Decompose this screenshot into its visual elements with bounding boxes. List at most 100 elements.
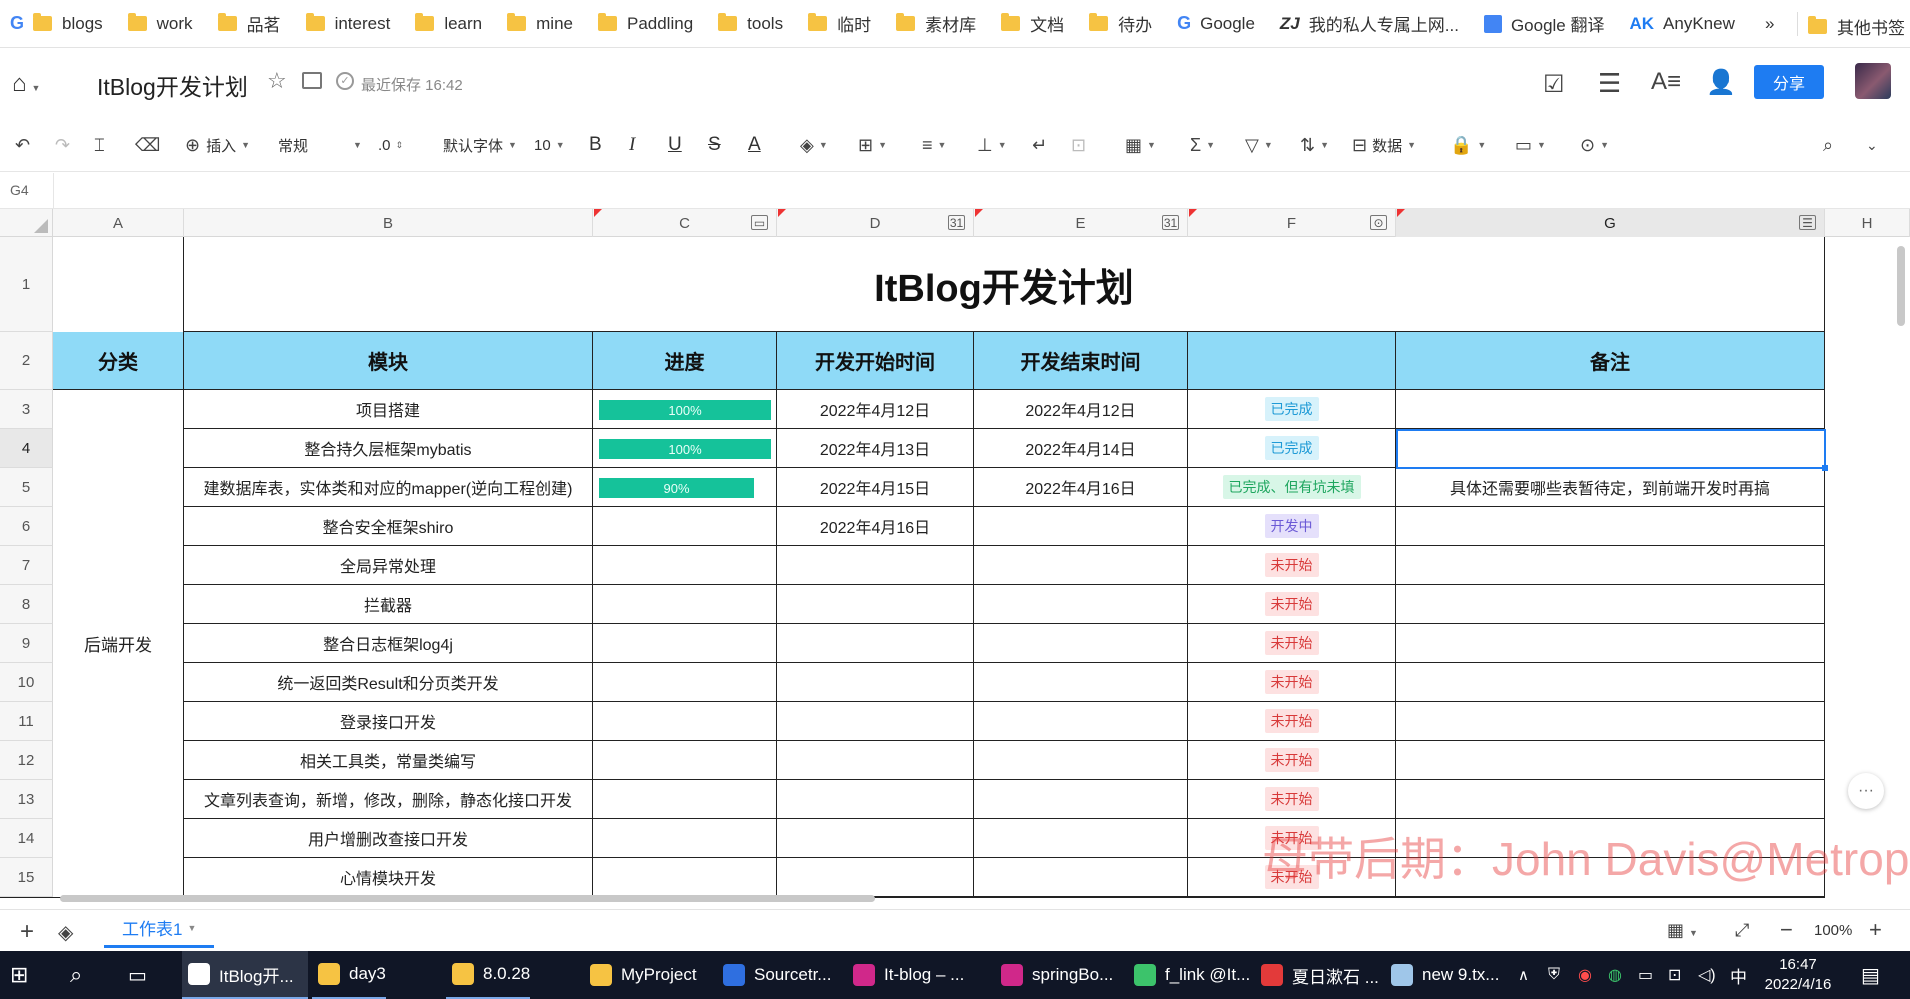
- bookmark-5[interactable]: mine: [507, 13, 573, 34]
- tray-app-icon[interactable]: ⛨: [1548, 951, 1560, 999]
- end-date-cell[interactable]: [974, 819, 1188, 858]
- google-apps-icon[interactable]: G: [10, 13, 24, 34]
- bookmark-2[interactable]: 品茗: [217, 11, 281, 36]
- menu-icon[interactable]: ☰: [1598, 68, 1621, 99]
- category-cell[interactable]: 后端开发: [53, 390, 184, 897]
- column-header-g[interactable]: G: [1396, 209, 1825, 237]
- italic-button[interactable]: I: [629, 118, 635, 172]
- start-date-cell[interactable]: [777, 819, 974, 858]
- format-painter-icon[interactable]: ⌶: [94, 118, 105, 172]
- status-cell[interactable]: 已完成: [1188, 390, 1396, 429]
- move-icon[interactable]: [302, 72, 322, 89]
- end-date-cell[interactable]: [974, 663, 1188, 702]
- row-header-4[interactable]: 4: [0, 429, 53, 468]
- horizontal-scrollbar[interactable]: [60, 895, 875, 902]
- windows-start-icon[interactable]: ⊞: [10, 951, 28, 999]
- align-icon[interactable]: ≡ ▼: [922, 118, 946, 172]
- note-cell[interactable]: 具体还需要哪些表暂待定，到前端开发时再搞: [1396, 468, 1825, 507]
- start-date-cell[interactable]: [777, 624, 974, 663]
- select-all-corner[interactable]: [0, 209, 53, 237]
- search-icon[interactable]: ⌕: [1823, 118, 1833, 172]
- note-cell[interactable]: [1396, 585, 1825, 624]
- progress-cell[interactable]: [593, 780, 777, 819]
- bold-button[interactable]: B: [589, 118, 602, 172]
- module-cell[interactable]: 文章列表查询，新增，修改，删除，静态化接口开发: [184, 780, 593, 819]
- taskbar-app-9[interactable]: new 9.tx...: [1385, 951, 1499, 999]
- strikethrough-button[interactable]: S: [708, 118, 721, 172]
- row-header-3[interactable]: 3: [0, 390, 53, 429]
- decimal-select[interactable]: .0 ⇕: [378, 118, 403, 172]
- status-cell[interactable]: 未开始: [1188, 702, 1396, 741]
- view-mode-icon[interactable]: ▦ ▼: [1667, 920, 1698, 941]
- search-icon[interactable]: ⌕: [70, 951, 82, 999]
- task-view-icon[interactable]: ▭: [128, 951, 147, 999]
- status-cell[interactable]: 未开始: [1188, 546, 1396, 585]
- cell-reference[interactable]: G4: [10, 182, 29, 198]
- end-date-cell[interactable]: 2022年4月14日: [974, 429, 1188, 468]
- end-date-cell[interactable]: 2022年4月16日: [974, 468, 1188, 507]
- underline-button[interactable]: U: [668, 118, 682, 172]
- zoom-level[interactable]: 100%: [1814, 922, 1852, 939]
- status-cell[interactable]: 未开始: [1188, 741, 1396, 780]
- zoom-out-icon[interactable]: −: [1780, 917, 1793, 943]
- row-header-9[interactable]: 9: [0, 624, 53, 663]
- note-cell[interactable]: [1396, 546, 1825, 585]
- bookmark-10[interactable]: 文档: [1001, 11, 1064, 36]
- header-cell-6[interactable]: 备注: [1396, 332, 1825, 390]
- bookmark-other[interactable]: 其他书签: [1808, 14, 1905, 39]
- filter-icon[interactable]: ▽ ▼: [1245, 118, 1273, 172]
- merge-cells-icon[interactable]: ⊡: [1071, 118, 1086, 172]
- header-cell-1[interactable]: 模块: [184, 332, 593, 390]
- add-sheet-icon[interactable]: +: [20, 918, 34, 946]
- start-date-cell[interactable]: [777, 780, 974, 819]
- column-type-icon[interactable]: 31: [1162, 215, 1179, 230]
- add-user-icon[interactable]: 👤: [1706, 68, 1736, 97]
- row-header-2[interactable]: 2: [0, 332, 53, 390]
- end-date-cell[interactable]: [974, 624, 1188, 663]
- progress-cell[interactable]: [593, 741, 777, 780]
- taskbar-app-1[interactable]: day3: [312, 951, 386, 999]
- module-cell[interactable]: 整合安全框架shiro: [184, 507, 593, 546]
- column-header-e[interactable]: E: [974, 209, 1188, 237]
- row-header-11[interactable]: 11: [0, 702, 53, 741]
- status-cell[interactable]: 未开始: [1188, 663, 1396, 702]
- document-title[interactable]: ItBlog开发计划: [97, 68, 248, 102]
- taskbar-app-8[interactable]: 夏日漱石 ...: [1255, 951, 1379, 999]
- note-cell[interactable]: [1396, 507, 1825, 546]
- font-color-button[interactable]: A: [748, 118, 761, 172]
- taskbar-app-2[interactable]: 8.0.28: [446, 951, 531, 999]
- start-date-cell[interactable]: [777, 702, 974, 741]
- table-style-icon[interactable]: ▦ ▼: [1125, 118, 1156, 172]
- bookmark-4[interactable]: learn: [415, 13, 482, 34]
- fill-color-icon[interactable]: ◈ ▼: [800, 118, 828, 172]
- note-cell[interactable]: [1396, 624, 1825, 663]
- progress-cell[interactable]: [593, 546, 777, 585]
- progress-cell[interactable]: 90%: [593, 468, 777, 507]
- collapse-chevron-icon[interactable]: ⌄: [1866, 118, 1878, 172]
- formula-input[interactable]: [60, 173, 1900, 209]
- avatar[interactable]: [1855, 63, 1891, 99]
- network-icon[interactable]: ⊡: [1668, 951, 1681, 999]
- home-icon[interactable]: ⌂ ▼: [12, 70, 40, 98]
- bookmark-private[interactable]: ZJ 我的私人专属上网...: [1280, 11, 1459, 36]
- start-date-cell[interactable]: 2022年4月16日: [777, 507, 974, 546]
- border-icon[interactable]: ⊞ ▼: [858, 118, 887, 172]
- notification-icon[interactable]: ▤: [1861, 951, 1880, 999]
- bookmark-anyknew[interactable]: AK AnyKnew: [1629, 14, 1734, 34]
- end-date-cell[interactable]: [974, 858, 1188, 897]
- share-button[interactable]: 分享: [1754, 65, 1824, 99]
- row-header-1[interactable]: 1: [0, 237, 53, 332]
- status-cell[interactable]: 未开始: [1188, 624, 1396, 663]
- text-format-icon[interactable]: A≡: [1651, 68, 1681, 96]
- column-header-h[interactable]: H: [1825, 209, 1910, 237]
- column-type-icon[interactable]: ▭: [751, 215, 768, 230]
- clock[interactable]: 16:47 2022/4/16: [1763, 955, 1833, 995]
- sheet-list-icon[interactable]: ◈: [58, 920, 73, 945]
- end-date-cell[interactable]: 2022年4月12日: [974, 390, 1188, 429]
- progress-cell[interactable]: [593, 858, 777, 897]
- note-cell[interactable]: [1396, 390, 1825, 429]
- bookmark-8[interactable]: 临时: [808, 11, 871, 36]
- number-format-select[interactable]: 常规 ▼: [278, 118, 362, 172]
- column-header-b[interactable]: B: [184, 209, 593, 237]
- bookmark-9[interactable]: 素材库: [896, 11, 976, 36]
